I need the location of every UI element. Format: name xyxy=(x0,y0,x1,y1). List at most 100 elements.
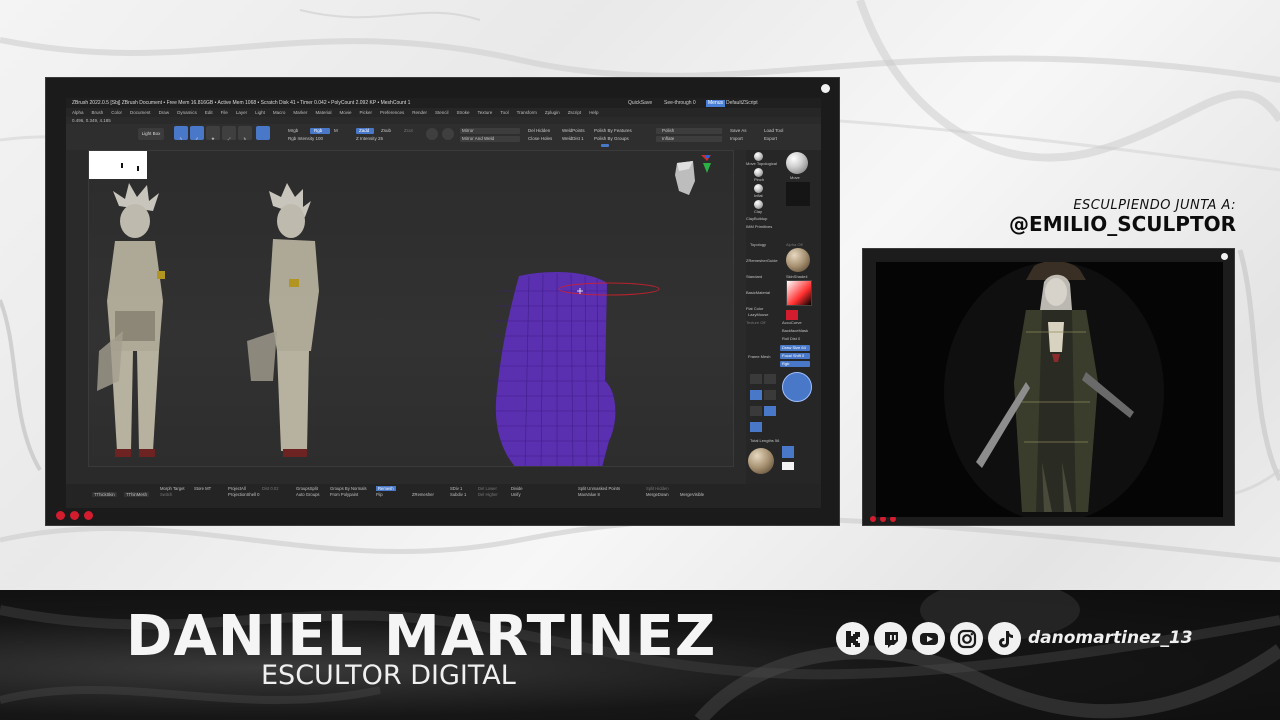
merge-visible-button[interactable]: MergeVisible xyxy=(680,492,704,497)
switch-button[interactable]: Switch xyxy=(160,492,172,497)
lazymouse-icon[interactable] xyxy=(426,128,438,140)
main-color-swatch[interactable] xyxy=(786,310,798,320)
seethrough-slider[interactable]: See-through 0 xyxy=(664,98,696,108)
zsub-button[interactable]: Zsub xyxy=(381,128,391,133)
menu-marker[interactable]: Marker xyxy=(293,108,307,117)
menu-brush[interactable]: Brush xyxy=(92,108,104,117)
instagram-icon[interactable] xyxy=(950,622,983,655)
menu-texture[interactable]: Texture xyxy=(478,108,493,117)
canvas-viewport[interactable] xyxy=(88,150,734,467)
brush-inflat[interactable]: Inflat xyxy=(754,193,763,198)
brush-claybuildup[interactable]: ClayBuildup xyxy=(746,216,767,221)
close-holes-button[interactable]: Close Holes xyxy=(528,136,552,141)
del-lower-button[interactable]: Del Lower xyxy=(478,486,497,491)
brush-imm-primitives[interactable]: IMM Primitives xyxy=(746,224,772,229)
from-polypaint-button[interactable]: From Polypaint xyxy=(330,492,358,497)
rotation-sphere-icon[interactable] xyxy=(782,372,812,402)
material-preview-icon[interactable] xyxy=(786,248,810,272)
webcam-close-dot[interactable] xyxy=(1221,253,1228,260)
menu-alpha[interactable]: Alpha xyxy=(72,108,84,117)
menu-preferences[interactable]: Preferences xyxy=(380,108,404,117)
projection-shell-slider[interactable]: ProjectionShell 0 xyxy=(228,492,259,497)
project-all-button[interactable]: ProjectAll xyxy=(228,486,246,491)
flip-button[interactable]: Flip xyxy=(376,492,383,497)
scale-icon[interactable]: ⤢ xyxy=(222,126,236,141)
rgb-intensity-bar[interactable]: Rgb xyxy=(780,361,810,367)
local-icon[interactable] xyxy=(750,390,762,400)
del-hidden-button[interactable]: Del Hidden xyxy=(528,128,550,133)
brush-zremesher-guide[interactable]: ZRemesherGuide xyxy=(746,258,778,263)
welddist-slider[interactable]: WeldDist 1 xyxy=(562,136,584,141)
menu-file[interactable]: File xyxy=(221,108,228,117)
menu-draw[interactable]: Draw xyxy=(159,108,170,117)
menu-edit[interactable]: Edit xyxy=(205,108,213,117)
brush-pinch[interactable]: Pinch xyxy=(754,177,764,182)
rotate-icon[interactable]: ↻ xyxy=(238,126,252,141)
save-as-button[interactable]: Save As xyxy=(730,128,747,133)
menu-movie[interactable]: Movie xyxy=(339,108,351,117)
rgb-intensity-slider[interactable]: Rgb Intensity 100 xyxy=(288,136,323,141)
window-close-dot[interactable] xyxy=(821,84,830,93)
rotate-icon[interactable] xyxy=(750,422,762,432)
quicksave-button[interactable]: QuickSave xyxy=(628,98,652,108)
frame-mesh-button[interactable]: Frame Mesh xyxy=(748,354,770,359)
subdiv-slider[interactable]: Subdiv 1 xyxy=(450,492,466,497)
move-icon[interactable] xyxy=(750,406,762,416)
pin-icon[interactable] xyxy=(782,446,794,458)
brush-move-preview-icon[interactable] xyxy=(786,152,808,174)
menu-macro[interactable]: Macro xyxy=(273,108,286,117)
brush-standard[interactable]: Standard xyxy=(746,274,762,279)
default-script-button[interactable]: DefaultZScript xyxy=(726,98,758,108)
groups-split-button[interactable]: GroupsSplit xyxy=(296,486,318,491)
menu-picker[interactable]: Picker xyxy=(359,108,372,117)
store-mt-button[interactable]: Store MT xyxy=(194,486,211,491)
focal-icon[interactable] xyxy=(442,128,454,140)
menu-color[interactable]: Color xyxy=(111,108,122,117)
m-button[interactable]: M xyxy=(334,128,338,133)
draw-size-slider[interactable]: Draw Size 64 xyxy=(780,345,810,351)
menu-zscript[interactable]: Zscript xyxy=(568,108,582,117)
menus-toggle[interactable]: Menus xyxy=(706,100,726,107)
load-tool-button[interactable]: Load Tool xyxy=(764,128,783,133)
menu-dynamics[interactable]: Dynamics xyxy=(177,108,197,117)
groups-by-normals-button[interactable]: Groups By Normals xyxy=(330,486,367,491)
del-higher-button[interactable]: Del Higher xyxy=(478,492,498,497)
orientation-gizmo[interactable] xyxy=(663,151,713,211)
menu-help[interactable]: Help xyxy=(589,108,598,117)
auto-groups-button[interactable]: Auto Groups xyxy=(296,492,320,497)
menu-document[interactable]: Document xyxy=(130,108,151,117)
mrgb-button[interactable]: Mrgb xyxy=(288,128,298,133)
edit-icon[interactable]: ✎ xyxy=(174,126,188,141)
thin-mesh-button[interactable]: TThinMesh xyxy=(124,492,149,497)
youtube-icon[interactable] xyxy=(912,622,945,655)
zcut-button[interactable]: Zcut xyxy=(404,128,413,133)
navigator-thumbnail[interactable] xyxy=(89,151,147,179)
divide-button[interactable]: Divide xyxy=(511,486,523,491)
secondary-color-swatch[interactable] xyxy=(782,462,794,470)
thick-skin-button[interactable]: TThickSkin xyxy=(92,492,117,497)
move-icon[interactable]: ✥ xyxy=(206,126,220,141)
material-basic[interactable]: BasicMaterial xyxy=(746,290,770,295)
scale-icon[interactable] xyxy=(764,406,776,416)
material-icon[interactable] xyxy=(256,126,270,140)
menu-transform[interactable]: Transform xyxy=(517,108,537,117)
current-material-icon[interactable] xyxy=(748,448,774,474)
menu-material[interactable]: Material xyxy=(315,108,331,117)
floor-icon[interactable] xyxy=(764,374,776,384)
roll-dist-slider[interactable]: Roll Dist 0 xyxy=(782,336,800,341)
lazymouse-label[interactable]: LazyMouse xyxy=(748,312,768,317)
dist-slider[interactable]: Dist 0.02 xyxy=(262,486,279,491)
brush-pinch-icon[interactable] xyxy=(754,168,763,177)
export-button[interactable]: Export xyxy=(764,136,777,141)
brush-inflat-icon[interactable] xyxy=(754,184,763,193)
frame-icon[interactable] xyxy=(764,390,776,400)
split-unmasked-button[interactable]: Split Unmasked Points xyxy=(578,486,620,491)
import-button[interactable]: Import xyxy=(730,136,743,141)
brush-clay-icon[interactable] xyxy=(754,200,763,209)
material-skinshade[interactable]: SkinShade4 xyxy=(786,274,808,279)
material-flat-color[interactable]: Flat Color xyxy=(746,306,763,311)
kick-icon[interactable] xyxy=(836,622,869,655)
remesh-button[interactable]: Remesh xyxy=(376,486,396,491)
merge-down-button[interactable]: MergeDown xyxy=(646,492,669,497)
z-intensity-slider[interactable]: Z Intensity 25 xyxy=(356,136,383,141)
